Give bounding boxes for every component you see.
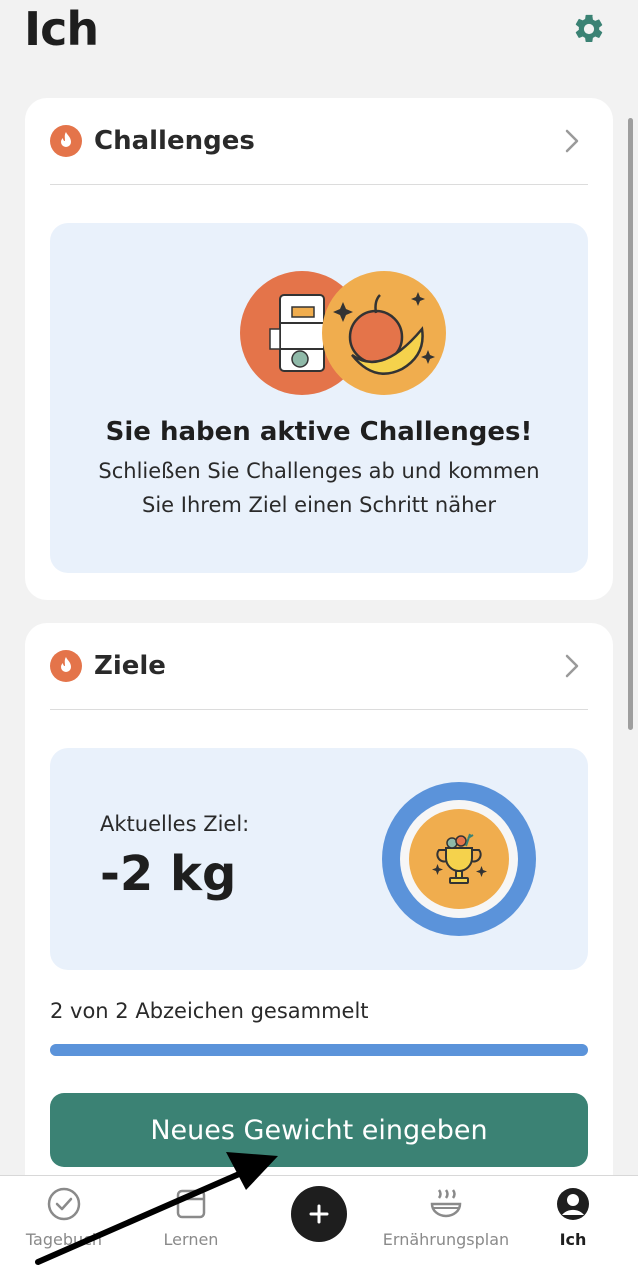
tab-label-nutrition-plan: Ernährungsplan bbox=[382, 1230, 510, 1249]
add-button[interactable] bbox=[291, 1186, 347, 1242]
goals-header[interactable]: Ziele bbox=[50, 645, 588, 687]
flame-icon bbox=[50, 125, 82, 157]
goals-title: Ziele bbox=[94, 651, 166, 681]
challenges-card: Challenges Sie haben aktive Challenges! … bbox=[25, 98, 613, 600]
tab-me[interactable]: Ich bbox=[538, 1176, 608, 1280]
scrollbar[interactable] bbox=[628, 118, 633, 730]
badges-progress-bar bbox=[50, 1044, 588, 1056]
fridge-fruit-illustration bbox=[240, 271, 446, 395]
plus-icon bbox=[309, 1204, 329, 1224]
challenges-subtitle-line2: Sie Ihrem Ziel einen Schritt näher bbox=[142, 493, 496, 517]
enter-new-weight-button[interactable]: Neues Gewicht eingeben bbox=[50, 1093, 588, 1167]
goals-card: Ziele Aktuelles Ziel: -2 kg 2 von 2 Abze… bbox=[25, 623, 613, 1203]
tab-nutrition-plan[interactable]: Ernährungsplan bbox=[376, 1176, 516, 1280]
badges-progress-fill bbox=[50, 1044, 588, 1056]
divider bbox=[50, 709, 588, 710]
badges-progress-text: 2 von 2 Abzeichen gesammelt bbox=[50, 999, 369, 1023]
trophy-badge bbox=[382, 782, 536, 936]
bottom-tab-bar: Tagebuch Lernen Ernährungsplan Ich bbox=[0, 1175, 638, 1280]
chevron-right-icon[interactable] bbox=[564, 128, 580, 154]
food-bowl-icon bbox=[430, 1189, 462, 1218]
tab-diary[interactable]: Tagebuch bbox=[14, 1176, 114, 1280]
tab-add[interactable] bbox=[279, 1176, 359, 1280]
challenges-title: Challenges bbox=[94, 126, 255, 156]
challenges-heading: Sie haben aktive Challenges! bbox=[105, 417, 533, 447]
challenges-subtitle-line1: Schließen Sie Challenges ab und kommen bbox=[98, 459, 540, 483]
current-goal-panel: Aktuelles Ziel: -2 kg bbox=[50, 748, 588, 970]
settings-button[interactable] bbox=[568, 8, 610, 50]
current-goal-value: -2 kg bbox=[100, 846, 237, 902]
current-goal-label: Aktuelles Ziel: bbox=[100, 812, 250, 836]
check-circle-icon bbox=[47, 1187, 81, 1221]
challenges-panel: Sie haben aktive Challenges! Schließen S… bbox=[50, 223, 588, 573]
divider bbox=[50, 184, 588, 185]
profile-icon bbox=[557, 1188, 589, 1220]
chevron-right-icon[interactable] bbox=[564, 653, 580, 679]
trophy-icon bbox=[432, 833, 487, 884]
tab-label-me: Ich bbox=[559, 1230, 587, 1249]
challenges-header[interactable]: Challenges bbox=[50, 120, 588, 162]
book-icon bbox=[176, 1189, 206, 1219]
flame-icon bbox=[50, 650, 82, 682]
tab-label-diary: Tagebuch bbox=[25, 1230, 103, 1249]
tab-learn[interactable]: Lernen bbox=[141, 1176, 241, 1280]
tab-label-learn: Lernen bbox=[163, 1230, 219, 1249]
gear-icon bbox=[575, 14, 603, 43]
page-title: Ich bbox=[24, 2, 99, 56]
